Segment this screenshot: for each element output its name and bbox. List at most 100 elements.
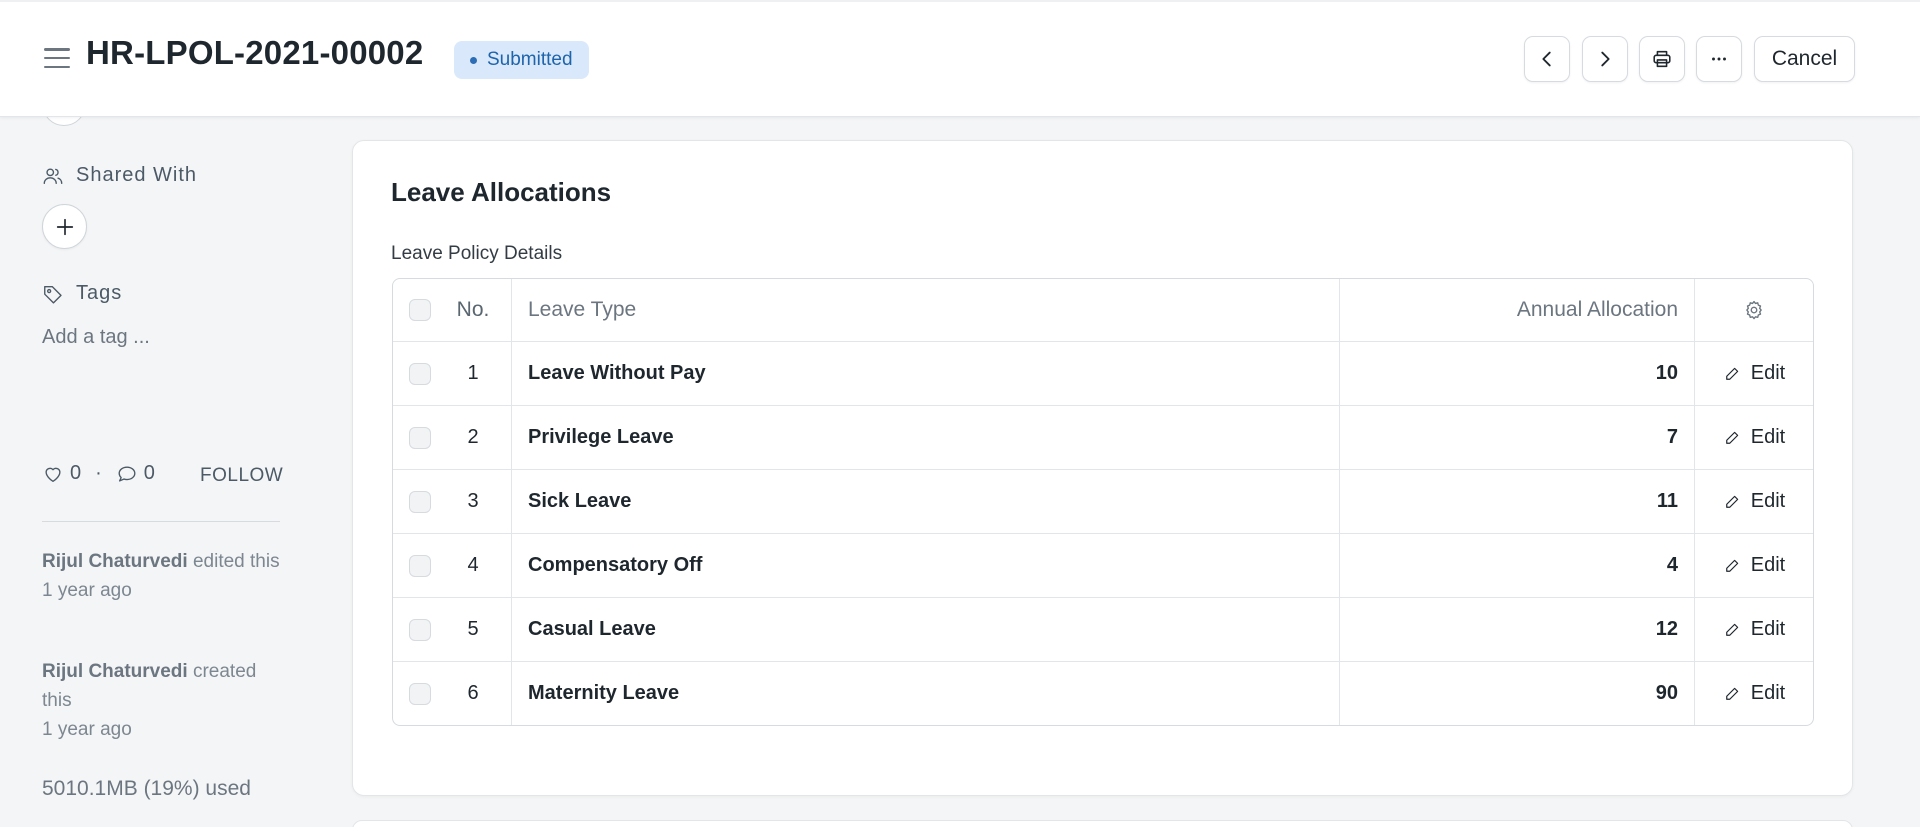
row-no-cell: 2 — [393, 406, 511, 469]
table-row[interactable]: 6 Maternity Leave 90 Edit — [393, 661, 1813, 725]
row-number: 6 — [467, 682, 479, 704]
row-number: 5 — [467, 618, 479, 640]
social-stats: 0 · 0 — [42, 462, 155, 485]
heart-icon[interactable] — [42, 463, 64, 485]
activity-time: 1 year ago — [42, 580, 132, 601]
add-share-button[interactable] — [42, 204, 87, 249]
column-header-no: No. — [456, 298, 490, 321]
row-checkbox[interactable] — [409, 490, 431, 513]
previous-document-button[interactable] — [1524, 36, 1570, 82]
leave-type-cell[interactable]: Maternity Leave — [511, 662, 1339, 725]
annual-allocation-cell[interactable]: 90 — [1339, 662, 1694, 725]
more-icon — [1712, 57, 1726, 61]
status-badge: Submitted — [454, 41, 589, 79]
tags-label: Tags — [76, 282, 123, 304]
table-label: Leave Policy Details — [391, 243, 563, 264]
comments-count: 0 — [143, 462, 155, 484]
edit-row-button[interactable]: Edit — [1694, 406, 1813, 469]
edit-label: Edit — [1750, 362, 1786, 384]
row-checkbox[interactable] — [409, 426, 431, 449]
leave-policy-table: No. Leave Type Annual Allocation 1 Leave… — [392, 278, 1814, 726]
table-row[interactable]: 5 Casual Leave 12 Edit — [393, 597, 1813, 661]
chevron-left-icon — [1542, 51, 1551, 67]
annual-allocation-cell[interactable]: 7 — [1339, 406, 1694, 469]
row-checkbox[interactable] — [409, 618, 431, 641]
pencil-icon — [1725, 367, 1738, 380]
row-number: 3 — [467, 490, 479, 512]
row-no-cell: 6 — [393, 662, 511, 725]
storage-usage: 5010.1MB (19%) used — [42, 777, 251, 800]
edit-row-button[interactable]: Edit — [1694, 598, 1813, 661]
annual-allocation-cell[interactable]: 10 — [1339, 342, 1694, 405]
printer-icon — [1653, 50, 1671, 68]
add-tag-input[interactable]: Add a tag ... — [42, 326, 150, 349]
more-actions-button[interactable] — [1696, 36, 1742, 82]
activity-item: Rijul Chaturvedi created this 1 year ago — [42, 657, 280, 744]
row-no-cell: 1 — [393, 342, 511, 405]
activity-user[interactable]: Rijul Chaturvedi — [42, 551, 188, 572]
section-title: Leave Allocations — [391, 177, 612, 207]
plus-icon — [56, 218, 73, 235]
gear-icon — [1746, 300, 1762, 320]
hamburger-icon[interactable] — [44, 48, 70, 68]
next-section-card — [352, 820, 1853, 827]
row-number: 4 — [467, 554, 479, 576]
row-no-cell: 4 — [393, 534, 511, 597]
tags-section: Tags — [42, 282, 122, 305]
cancel-button[interactable]: Cancel — [1754, 36, 1855, 82]
row-number: 2 — [467, 426, 479, 448]
sidebar-divider — [42, 521, 280, 522]
page-title: HR-LPOL-2021-00002 — [86, 34, 424, 71]
pencil-icon — [1725, 495, 1738, 508]
status-dot-icon — [470, 56, 477, 64]
row-checkbox[interactable] — [409, 362, 431, 385]
page-header: HR-LPOL-2021-00002 Submitted Cancel — [0, 0, 1920, 117]
edit-label: Edit — [1750, 490, 1786, 512]
next-document-button[interactable] — [1582, 36, 1628, 82]
pencil-icon — [1725, 431, 1738, 444]
column-header-leave-type: Leave Type — [511, 279, 1339, 341]
status-label: Submitted — [487, 49, 573, 70]
leave-type-cell[interactable]: Sick Leave — [511, 470, 1339, 533]
table-row[interactable]: 2 Privilege Leave 7 Edit — [393, 405, 1813, 469]
annual-allocation-cell[interactable]: 4 — [1339, 534, 1694, 597]
leave-type-cell[interactable]: Leave Without Pay — [511, 342, 1339, 405]
activity-time: 1 year ago — [42, 719, 132, 740]
column-settings-button[interactable] — [1694, 279, 1813, 341]
chevron-right-icon — [1601, 51, 1610, 67]
row-number: 1 — [467, 362, 479, 384]
row-no-cell: 3 — [393, 470, 511, 533]
pencil-icon — [1725, 687, 1738, 700]
edit-label: Edit — [1750, 426, 1786, 448]
edit-row-button[interactable]: Edit — [1694, 534, 1813, 597]
print-button[interactable] — [1639, 36, 1685, 82]
tag-icon — [44, 285, 62, 304]
social-separator: · — [95, 462, 102, 484]
users-icon — [43, 167, 63, 184]
edit-row-button[interactable]: Edit — [1694, 662, 1813, 725]
select-all-checkbox[interactable] — [409, 299, 431, 321]
table-row[interactable]: 1 Leave Without Pay 10 Edit — [393, 341, 1813, 405]
row-checkbox[interactable] — [409, 554, 431, 577]
table-header-row: No. Leave Type Annual Allocation — [393, 279, 1813, 341]
follow-button[interactable]: FOLLOW — [200, 465, 283, 487]
activity-item: Rijul Chaturvedi edited this 1 year ago — [42, 547, 280, 605]
comment-icon[interactable] — [116, 463, 138, 485]
table-row[interactable]: 4 Compensatory Off 4 Edit — [393, 533, 1813, 597]
likes-count: 0 — [70, 462, 82, 484]
shared-with-section: Shared With — [42, 164, 197, 187]
header-no-cell: No. — [393, 279, 511, 341]
row-no-cell: 5 — [393, 598, 511, 661]
annual-allocation-cell[interactable]: 11 — [1339, 470, 1694, 533]
table-row[interactable]: 3 Sick Leave 11 Edit — [393, 469, 1813, 533]
leave-type-cell[interactable]: Privilege Leave — [511, 406, 1339, 469]
row-checkbox[interactable] — [409, 682, 431, 705]
edit-row-button[interactable]: Edit — [1694, 470, 1813, 533]
edit-row-button[interactable]: Edit — [1694, 342, 1813, 405]
pencil-icon — [1725, 559, 1738, 572]
leave-type-cell[interactable]: Compensatory Off — [511, 534, 1339, 597]
edit-label: Edit — [1750, 618, 1786, 640]
activity-user[interactable]: Rijul Chaturvedi — [42, 661, 188, 682]
annual-allocation-cell[interactable]: 12 — [1339, 598, 1694, 661]
leave-type-cell[interactable]: Casual Leave — [511, 598, 1339, 661]
